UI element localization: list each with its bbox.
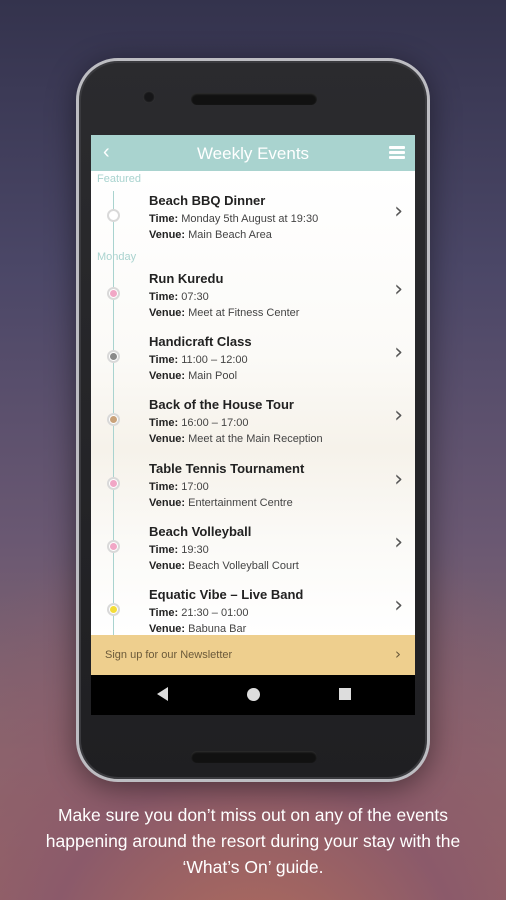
event-title: Back of the House Tour: [149, 397, 294, 412]
speaker-grille-top: [191, 93, 317, 105]
event-title: Equatic Vibe – Live Band: [149, 587, 304, 602]
timeline-dot: [107, 287, 120, 300]
chevron-right-icon: ›: [394, 199, 403, 224]
event-venue-value: Meet at the Main Reception: [188, 433, 323, 445]
event-venue-value: Meet at Fitness Center: [188, 307, 300, 319]
time-label: Time:: [149, 417, 179, 429]
chevron-right-icon: ›: [394, 403, 403, 428]
event-item[interactable]: Beach Volleyball Time: 19:30 Venue: Beach …: [91, 516, 415, 576]
venue-label: Venue:: [149, 307, 186, 319]
event-venue: Venue: Main Beach Area: [149, 229, 272, 241]
timeline-dot-fill: [110, 606, 117, 613]
event-time-value: 07:30: [181, 291, 209, 303]
app-header: ‹ Weekly Events: [91, 135, 415, 171]
timeline-dot-fill: [110, 543, 117, 550]
event-venue-value: Main Beach Area: [188, 229, 272, 241]
event-time-value: 16:00 – 17:00: [181, 417, 249, 429]
chevron-right-icon: ›: [394, 593, 403, 618]
event-title: Beach BBQ Dinner: [149, 193, 266, 208]
event-item[interactable]: Back of the House Tour Time: 16:00 – 17:0…: [91, 389, 415, 449]
event-title: Handicraft Class: [149, 334, 252, 349]
nav-home-icon[interactable]: [247, 688, 260, 701]
camera-icon: [143, 91, 155, 103]
nav-recents-icon[interactable]: [339, 688, 351, 700]
android-nav-bar: [91, 675, 415, 715]
event-item-featured[interactable]: Beach BBQ Dinner Time: Monday 5th August…: [91, 185, 415, 245]
event-venue: Venue: Meet at the Main Reception: [149, 433, 323, 445]
timeline-dot: [107, 413, 120, 426]
time-label: Time:: [149, 291, 179, 303]
section-label-featured: Featured: [97, 173, 142, 185]
event-time: Time: 07:30: [149, 291, 209, 303]
event-venue: Venue: Beach Volleyball Court: [149, 560, 299, 572]
event-venue-value: Babuna Bar: [188, 623, 247, 635]
timeline-dot-fill: [110, 353, 117, 360]
chevron-right-icon: ›: [394, 277, 403, 302]
event-item[interactable]: Equatic Vibe – Live Band Time: 21:30 – 01…: [91, 579, 415, 635]
venue-label: Venue:: [149, 560, 186, 572]
newsletter-label: Sign up for our Newsletter: [105, 649, 233, 661]
event-time: Time: 11:00 – 12:00: [149, 354, 248, 366]
chevron-right-icon: ›: [394, 530, 403, 555]
event-time: Time: 16:00 – 17:00: [149, 417, 249, 429]
page-title: Weekly Events: [196, 144, 310, 163]
time-label: Time:: [149, 213, 179, 225]
promo-caption: Make sure you don’t miss out on any of t…: [45, 805, 461, 877]
chevron-right-icon: ›: [394, 467, 403, 492]
event-time-value: 21:30 – 01:00: [181, 607, 249, 619]
event-title: Beach Volleyball: [149, 524, 252, 539]
timeline-dot-fill: [110, 480, 117, 487]
event-item[interactable]: Run Kuredu Time: 07:30 Venue: Meet at Fitn…: [91, 263, 415, 323]
event-venue: Venue: Babuna Bar: [149, 623, 246, 635]
event-time-value: 17:00: [181, 481, 209, 493]
newsletter-signup-button[interactable]: Sign up for our Newsletter ›: [91, 635, 415, 675]
event-title: Run Kuredu: [149, 271, 224, 286]
chevron-right-icon: ›: [395, 645, 401, 663]
event-venue: Venue: Meet at Fitness Center: [149, 307, 299, 319]
chevron-right-icon: ›: [394, 340, 403, 365]
timeline-dot: [107, 540, 120, 553]
event-venue-value: Entertainment Centre: [188, 497, 293, 509]
timeline-dot-fill: [110, 416, 117, 423]
event-time-value: Monday 5th August at 19:30: [181, 213, 319, 225]
nav-back-icon[interactable]: [157, 687, 168, 701]
venue-label: Venue:: [149, 370, 186, 382]
venue-label: Venue:: [149, 497, 186, 509]
event-item[interactable]: Table Tennis Tournament Time: 17:00 Venue:…: [91, 453, 415, 513]
time-label: Time:: [149, 544, 179, 556]
hamburger-menu-icon[interactable]: [389, 146, 405, 160]
venue-label: Venue:: [149, 433, 186, 445]
speaker-grille-bottom: [191, 751, 317, 763]
event-time-value: 19:30: [181, 544, 209, 556]
phone-frame: ‹ Weekly Events Featured Beach BBQ Dinne…: [76, 58, 430, 782]
app-screen: ‹ Weekly Events Featured Beach BBQ Dinne…: [91, 135, 415, 715]
timeline-dot-fill: [110, 290, 117, 297]
event-time: Time: Monday 5th August at 19:30: [149, 213, 318, 225]
timeline-dot: [107, 603, 120, 616]
event-title: Table Tennis Tournament: [149, 461, 305, 476]
timeline-dot: [107, 209, 120, 222]
events-list[interactable]: Featured Beach BBQ Dinner Time: Monday 5…: [91, 171, 415, 635]
event-time: Time: 17:00: [149, 481, 209, 493]
event-venue-value: Beach Volleyball Court: [188, 560, 299, 572]
time-label: Time:: [149, 354, 179, 366]
venue-label: Venue:: [149, 623, 186, 635]
time-label: Time:: [149, 481, 179, 493]
time-label: Time:: [149, 607, 179, 619]
event-time: Time: 21:30 – 01:00: [149, 607, 249, 619]
event-venue-value: Main Pool: [188, 370, 238, 382]
timeline-dot: [107, 350, 120, 363]
event-item[interactable]: Handicraft Class Time: 11:00 – 12:00 Venue…: [91, 326, 415, 386]
section-label-monday: Monday: [97, 251, 137, 263]
venue-label: Venue:: [149, 229, 186, 241]
event-time: Time: 19:30: [149, 544, 209, 556]
event-venue: Venue: Main Pool: [149, 370, 237, 382]
event-time-value: 11:00 – 12:00: [181, 354, 248, 366]
event-venue: Venue: Entertainment Centre: [149, 497, 293, 509]
timeline-dot: [107, 477, 120, 490]
